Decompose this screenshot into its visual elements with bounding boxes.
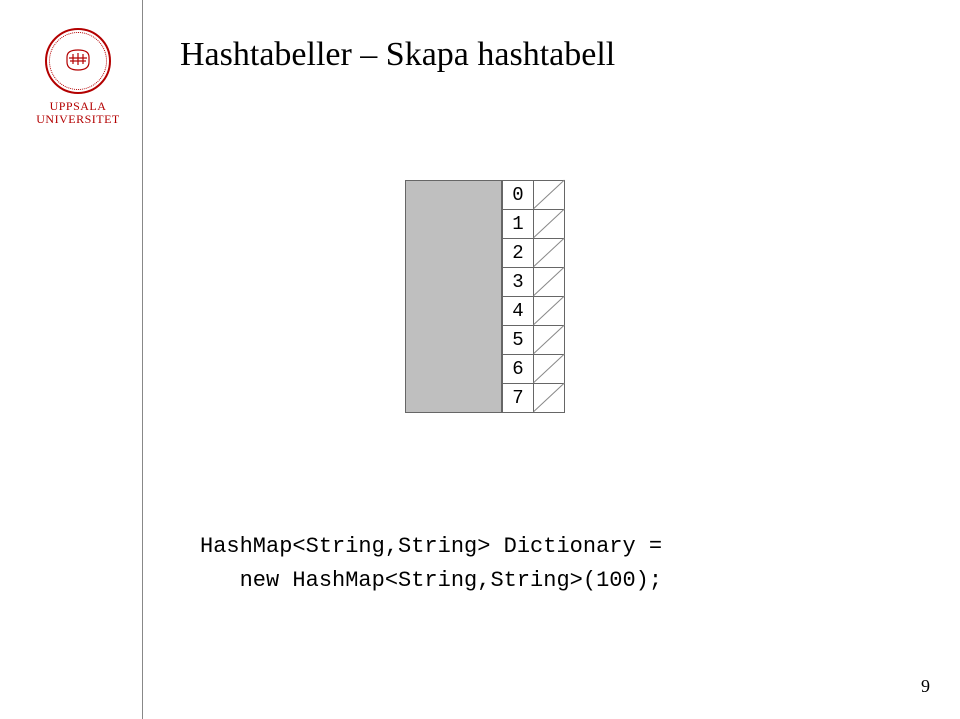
bucket-index: 5	[503, 326, 534, 355]
bucket-slot	[534, 355, 565, 384]
slide-title: Hashtabeller – Skapa hashtabell	[180, 36, 615, 74]
bucket-index: 3	[503, 268, 534, 297]
bucket-index: 2	[503, 239, 534, 268]
university-logo: UPPSALA UNIVERSITET	[28, 28, 128, 126]
bucket-index: 0	[503, 181, 534, 210]
bucket-slot	[534, 210, 565, 239]
page-number: 9	[921, 676, 930, 697]
hash-source-box	[405, 180, 502, 413]
hashtable-diagram: 0 1 2 3 4 5 6 7	[405, 180, 565, 413]
bucket-slot	[534, 181, 565, 210]
logo-text-line2: UNIVERSITET	[28, 113, 128, 126]
code-line-1: HashMap<String,String> Dictionary =	[200, 534, 662, 559]
bucket-slot	[534, 326, 565, 355]
bucket-index: 1	[503, 210, 534, 239]
bucket-slot	[534, 268, 565, 297]
bucket-slot	[534, 384, 565, 413]
bucket-index: 7	[503, 384, 534, 413]
bucket-index: 4	[503, 297, 534, 326]
code-line-2: new HashMap<String,String>(100);	[200, 568, 662, 593]
slide: UPPSALA UNIVERSITET Hashtabeller – Skapa…	[0, 0, 960, 719]
bucket-table: 0 1 2 3 4 5 6 7	[502, 180, 565, 413]
code-block: HashMap<String,String> Dictionary = new …	[200, 530, 662, 598]
vertical-divider	[142, 0, 143, 719]
bucket-slot	[534, 297, 565, 326]
bucket-index: 6	[503, 355, 534, 384]
bucket-slot	[534, 239, 565, 268]
seal-icon	[45, 28, 111, 94]
